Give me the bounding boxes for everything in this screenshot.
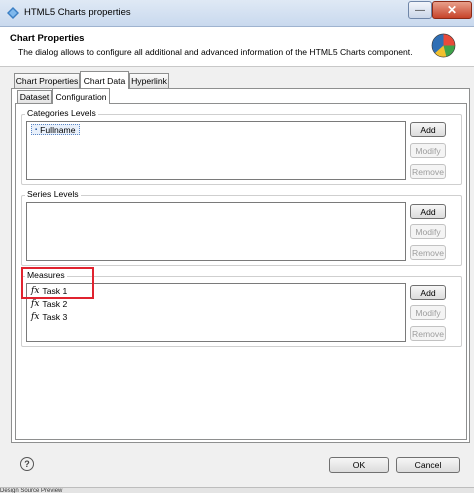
tab-chart-properties[interactable]: Chart Properties: [14, 73, 80, 88]
category-item-label: Fullname: [40, 124, 76, 135]
series-label: Series Levels: [25, 189, 81, 199]
ok-button[interactable]: OK: [329, 457, 389, 473]
tab-hyperlink[interactable]: Hyperlink: [129, 73, 169, 88]
categories-modify-button[interactable]: Modify: [410, 143, 446, 158]
cancel-button[interactable]: Cancel: [396, 457, 460, 473]
window-title: HTML5 Charts properties: [24, 7, 131, 18]
series-add-button[interactable]: Add: [410, 204, 446, 219]
subtab-configuration[interactable]: Configuration: [52, 88, 110, 104]
measure-item[interactable]: fx Task 2: [31, 298, 67, 309]
categories-remove-button[interactable]: Remove: [410, 164, 446, 179]
measure-item-label: Task 3: [42, 311, 68, 322]
measures-remove-button[interactable]: Remove: [410, 326, 446, 341]
measures-add-button[interactable]: Add: [410, 285, 446, 300]
categories-label: Categories Levels: [25, 108, 98, 118]
dialog-description: The dialog allows to configure all addit…: [18, 47, 413, 57]
series-list[interactable]: [26, 202, 406, 261]
function-icon: fx: [31, 298, 40, 309]
dialog-title: Chart Properties: [10, 33, 85, 44]
function-icon: fx: [31, 311, 40, 322]
measure-item[interactable]: fx Task 3: [31, 311, 67, 322]
minimize-button[interactable]: —: [408, 1, 432, 19]
measure-item-label: Task 2: [42, 298, 68, 309]
tab-chart-data[interactable]: Chart Data: [80, 71, 129, 89]
categories-add-button[interactable]: Add: [410, 122, 446, 137]
measures-modify-button[interactable]: Modify: [410, 305, 446, 320]
subtab-dataset[interactable]: Dataset: [17, 90, 52, 103]
category-item[interactable]: ▪ Fullname: [31, 124, 80, 135]
categories-list[interactable]: [26, 121, 406, 180]
app-icon: [7, 7, 19, 19]
close-button[interactable]: ✕: [432, 1, 472, 19]
pie-chart-icon: [431, 33, 456, 58]
annotation-highlight: [21, 267, 94, 299]
help-icon[interactable]: ?: [20, 457, 34, 471]
series-remove-button[interactable]: Remove: [410, 245, 446, 260]
series-modify-button[interactable]: Modify: [410, 224, 446, 239]
level-icon: ▪: [35, 126, 38, 133]
editor-tabs-strip: Design Source Preview: [0, 487, 474, 493]
